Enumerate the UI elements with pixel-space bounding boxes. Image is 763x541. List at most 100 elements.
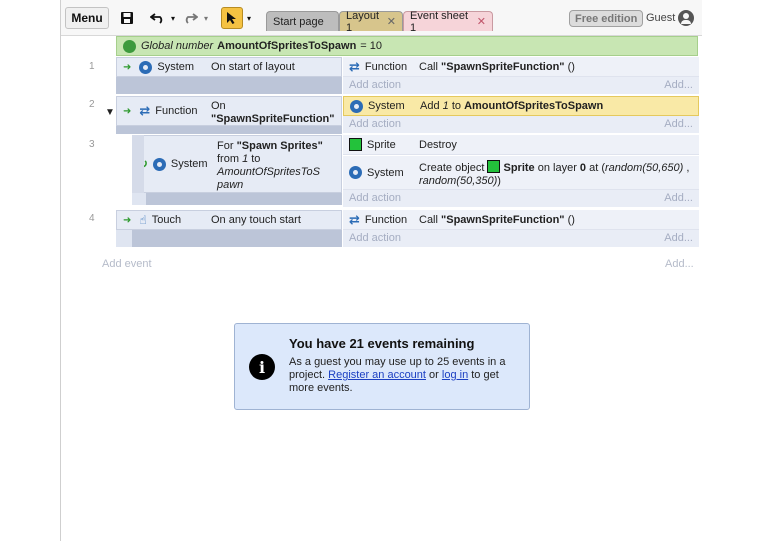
trigger-arrow-icon: ➜ (123, 105, 132, 117)
action-text-bold: "SpawnSpriteFunction" (441, 213, 565, 226)
touch-icon: ☝ (139, 213, 147, 227)
action-object: System (350, 99, 405, 113)
event-gutter (116, 126, 342, 134)
action-object-label: System (367, 166, 404, 179)
action-row[interactable]: ⇄ Function Call "SpawnSpriteFunction" () (343, 57, 699, 77)
action-row[interactable]: ⇄ Function Call "SpawnSpriteFunction" () (343, 210, 699, 230)
tab-start-page[interactable]: Start page (266, 11, 339, 31)
global-variable-row[interactable]: Global number AmountOfSpritesToSpawn = 1… (116, 36, 698, 56)
condition-text-part: from (217, 153, 243, 165)
undo-icon[interactable] (147, 7, 169, 29)
tab-label: Start page (273, 15, 324, 28)
condition-text: On any touch start (211, 214, 301, 226)
global-var-type: Global number (141, 40, 214, 52)
add-more-link[interactable]: Add... (664, 192, 693, 204)
trigger-arrow-icon: ➜ (123, 61, 132, 73)
tab-event-sheet-1[interactable]: Event sheet 1 ✕ (403, 10, 493, 34)
event-sheet: Global number AmountOfSpritesToSpawn = 1… (61, 36, 702, 541)
add-action-row[interactable]: Add action Add... (343, 77, 699, 94)
event-number: 3 (89, 139, 95, 150)
add-more-link[interactable]: Add... (664, 118, 693, 130)
global-var-name: AmountOfSpritesToSpawn (217, 40, 357, 52)
action-text-bold: AmountOfSpritesToSpawn (464, 100, 604, 112)
condition-object: Function (155, 105, 198, 117)
condition-object: System (170, 158, 208, 170)
register-link[interactable]: Register an account (328, 369, 426, 381)
global-var-value: = 10 (360, 40, 383, 52)
condition-text: On "SpawnSpriteFunction" (211, 100, 335, 126)
condition-row[interactable]: ➜ System On start of layout (116, 57, 342, 77)
select-tool-dropdown-icon[interactable]: ▾ (245, 7, 253, 29)
notice-title: You have 21 events remaining (289, 336, 475, 351)
event-number: 2 (89, 99, 95, 110)
redo-dropdown-icon[interactable]: ▾ (202, 7, 210, 29)
gear-icon (139, 60, 153, 74)
action-text: Call "SpawnSpriteFunction" () (419, 61, 575, 73)
action-text: Call "SpawnSpriteFunction" () (419, 214, 575, 226)
action-text-bold: "SpawnSpriteFunction" (441, 60, 565, 73)
add-more-link[interactable]: Add... (664, 79, 693, 91)
redo-icon[interactable] (179, 7, 201, 29)
add-more-link[interactable]: Add... (665, 258, 694, 270)
menu-button[interactable]: Menu (65, 7, 109, 29)
action-text-part: on layer (534, 162, 580, 174)
gear-icon (152, 157, 166, 171)
event-gutter (146, 193, 342, 205)
gear-icon (349, 166, 362, 179)
select-tool-button[interactable] (221, 7, 243, 29)
user-icon[interactable] (678, 10, 694, 26)
cursor-icon (227, 12, 236, 24)
save-icon[interactable] (116, 7, 138, 29)
tab-label: Layout 1 (346, 9, 380, 34)
action-row[interactable]: System Create object Sprite on layer 0 a… (343, 156, 699, 190)
notice-body: As a guest you may use up to 25 events i… (289, 356, 519, 395)
add-action-row[interactable]: Add action Add... (343, 190, 699, 207)
collapse-arrow-icon[interactable]: ▼ (105, 107, 115, 118)
action-text: Destroy (419, 138, 457, 151)
action-object-label: Function (364, 213, 408, 226)
add-action-row[interactable]: Add action Add... (343, 116, 699, 133)
add-event-link[interactable]: Add event (102, 258, 152, 270)
condition-row[interactable]: ➜ ⇄ Function On "SpawnSpriteFunction" (116, 96, 342, 126)
guest-label[interactable]: Guest (646, 12, 675, 24)
function-icon: ⇄ (349, 58, 360, 74)
action-object-label: Function (364, 60, 408, 73)
event-number: 4 (89, 213, 95, 224)
undo-dropdown-icon[interactable]: ▾ (169, 7, 177, 29)
tab-layout-1[interactable]: Layout 1 ✕ (339, 9, 403, 34)
notice-text: or (425, 369, 442, 381)
action-text-part: Call (419, 60, 442, 73)
action-object: Sprite (349, 138, 396, 151)
action-object: System (349, 166, 404, 179)
condition-text-bold: "SpawnSpriteFunction" (211, 113, 335, 125)
action-text-part: to (448, 100, 465, 112)
condition-text-line: On (211, 100, 226, 112)
condition-row[interactable]: ➜ ☝ Touch On any touch start (116, 210, 342, 230)
free-edition-badge[interactable]: Free edition (569, 10, 644, 27)
action-row[interactable]: Sprite Destroy (343, 135, 699, 155)
close-icon[interactable]: ✕ (387, 15, 396, 28)
add-action-row[interactable]: Add action Add... (343, 230, 699, 247)
condition-text: On start of layout (211, 61, 295, 73)
action-object-label: System (368, 100, 405, 112)
action-text-italic: random(50,650) (605, 162, 684, 174)
action-text-part: () (564, 60, 575, 73)
sprite-icon (349, 138, 362, 151)
action-row-selected[interactable]: System Add 1 to AmountOfSpritesToSpawn (343, 96, 699, 116)
gear-icon (350, 99, 363, 113)
add-action-link[interactable]: Add action (349, 192, 401, 204)
condition-text-part: For (217, 140, 237, 152)
function-icon: ⇄ (139, 103, 151, 118)
condition-row[interactable]: ↻ System For "Spawn Sprites" from 1 to A… (132, 135, 342, 193)
add-action-link[interactable]: Add action (349, 79, 401, 91)
login-link[interactable]: log in (442, 369, 468, 381)
add-action-link[interactable]: Add action (349, 232, 401, 244)
info-icon: i (249, 354, 275, 380)
add-action-link[interactable]: Add action (349, 118, 401, 130)
condition-text-italic: pawn (217, 179, 244, 191)
function-icon: ⇄ (349, 211, 360, 227)
add-more-link[interactable]: Add... (664, 232, 693, 244)
action-text-part: Call (419, 213, 442, 226)
condition-text-italic: AmountOfSpritesToS (217, 166, 320, 178)
close-icon[interactable]: ✕ (477, 15, 486, 28)
